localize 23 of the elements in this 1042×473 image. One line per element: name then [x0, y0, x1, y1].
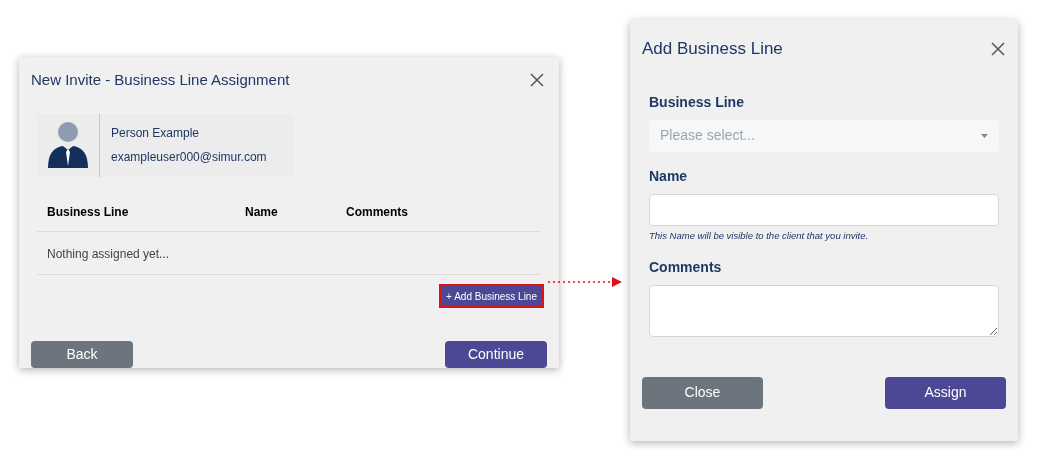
- column-header: Comments: [346, 205, 408, 219]
- secondary-button[interactable]: Back: [31, 341, 133, 368]
- close-icon[interactable]: [991, 41, 1005, 56]
- field-hint: This Name will be visible to the client that you invite.: [649, 228, 870, 243]
- person-email: exampleuser000@simur.com: [111, 149, 267, 167]
- secondary-button[interactable]: Close: [642, 376, 763, 409]
- add-business-line-button[interactable]: + Add Business Line: [439, 284, 544, 308]
- column-header: Business Line: [47, 205, 129, 219]
- field-label: Comments: [649, 257, 723, 277]
- primary-button[interactable]: Continue: [445, 341, 547, 368]
- empty-table-message: Nothing assigned yet...: [47, 247, 170, 261]
- close-icon[interactable]: [530, 73, 544, 88]
- comments-input-field[interactable]: [649, 284, 999, 337]
- dialog-title: Add Business Line: [642, 38, 783, 60]
- column-header: Name: [245, 205, 278, 219]
- person-avatar-icon: [47, 122, 89, 169]
- field-label: Name: [649, 166, 689, 186]
- dialog-title: New Invite - Business Line Assignment: [31, 70, 290, 90]
- field-label: Business Line: [649, 92, 745, 112]
- dropdown-caret-icon: [981, 133, 988, 138]
- primary-button[interactable]: Assign: [885, 376, 1006, 409]
- person-name: Person Example: [111, 125, 201, 143]
- name-input-field[interactable]: [649, 193, 999, 226]
